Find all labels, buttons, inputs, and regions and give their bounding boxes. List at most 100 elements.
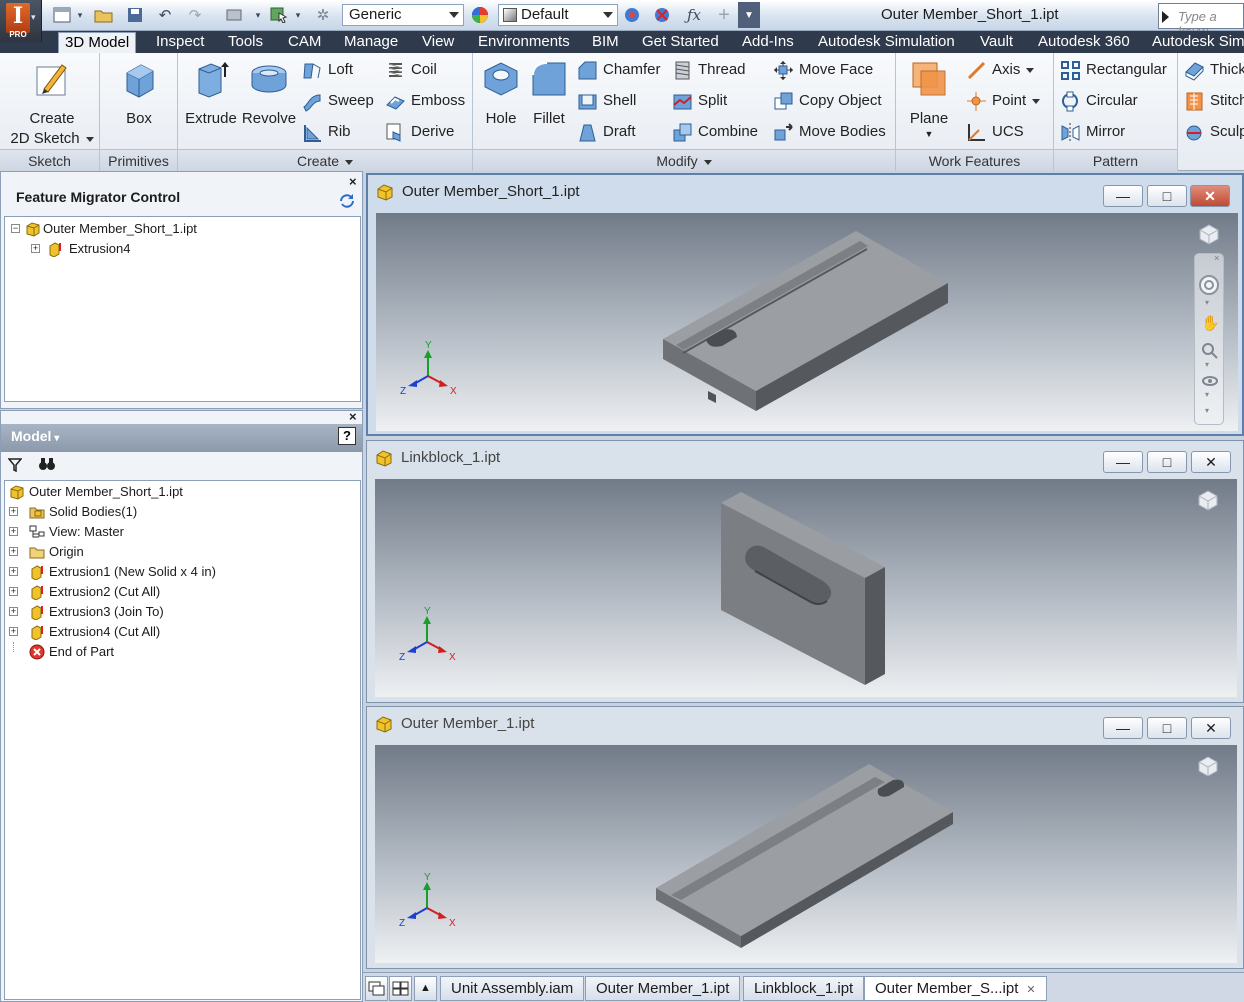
maximize-button[interactable]: □ (1147, 451, 1187, 473)
minimize-button[interactable]: — (1103, 185, 1143, 207)
application-menu-button[interactable]: I PRO ▾ (0, 0, 42, 42)
plane-button[interactable]: Plane ▼ (904, 59, 954, 139)
close-tab-icon[interactable]: ✕ (1026, 979, 1035, 1002)
tree-node-view-master[interactable]: + View: Master (9, 522, 124, 542)
tree-node-extrusion4[interactable]: + Extrusion4 (Cut All) (9, 622, 160, 642)
expand-icon[interactable]: + (9, 587, 18, 596)
stitch-button[interactable]: Stitch (1184, 89, 1244, 113)
expand-icon[interactable]: + (9, 527, 18, 536)
expand-icon[interactable]: + (9, 567, 18, 576)
maximize-button[interactable]: □ (1147, 717, 1187, 739)
draft-button[interactable]: Draft (577, 120, 636, 144)
tab-vault[interactable]: Vault (974, 32, 1019, 53)
maximize-button[interactable]: □ (1147, 185, 1187, 207)
refresh-icon[interactable] (338, 192, 356, 210)
move-face-button[interactable]: Move Face (773, 58, 873, 82)
tab-tools[interactable]: Tools (222, 32, 269, 53)
tree-node-extrusion2[interactable]: + Extrusion2 (Cut All) (9, 582, 160, 602)
tab-menu-icon[interactable]: ▲ (414, 976, 437, 1001)
select-dropdown-icon[interactable]: ▾ (292, 4, 304, 26)
tab-environments[interactable]: Environments (472, 32, 576, 53)
viewcube-icon[interactable] (1197, 489, 1219, 511)
tab-inspect[interactable]: Inspect (150, 32, 210, 53)
tile-windows-icon[interactable] (365, 976, 388, 1001)
derive-button[interactable]: Derive (385, 120, 454, 144)
material-dropdown[interactable]: Generic (342, 4, 464, 26)
graphics-canvas[interactable]: Y X Z × ▾ ✋ ▾ ▾ ▾ (376, 213, 1238, 431)
create-panel-label[interactable]: Create (178, 149, 472, 171)
close-icon[interactable]: × (349, 174, 357, 189)
viewport-outer-member[interactable]: Outer Member_1.ipt — □ ✕ Y X Z (366, 706, 1244, 969)
move-bodies-button[interactable]: Move Bodies (773, 120, 886, 144)
save-icon[interactable] (124, 4, 146, 26)
viewport-linkblock[interactable]: Linkblock_1.ipt — □ ✕ Y X Z (366, 440, 1244, 703)
doc-tab-outer-member[interactable]: Outer Member_1.ipt (585, 976, 741, 1001)
undo-icon[interactable]: ↶ (154, 4, 176, 26)
loft-button[interactable]: Loft (302, 58, 353, 82)
modify-panel-label[interactable]: Modify (473, 149, 895, 171)
update-icon[interactable]: ✲ (312, 4, 334, 26)
minimize-button[interactable]: — (1103, 717, 1143, 739)
steering-wheel-icon[interactable] (1198, 274, 1220, 296)
fillet-button[interactable]: Fillet (525, 59, 573, 129)
copy-object-button[interactable]: Copy Object (773, 89, 882, 113)
graphics-canvas[interactable]: Y X Z (375, 479, 1237, 697)
close-button[interactable]: ✕ (1190, 185, 1230, 207)
close-icon[interactable]: × (1214, 253, 1219, 263)
clear-appearance-icon[interactable] (650, 4, 676, 26)
minimize-button[interactable]: — (1103, 451, 1143, 473)
tree-node-part[interactable]: Outer Member_Short_1.ipt (7, 482, 183, 502)
expand-icon[interactable]: + (31, 244, 40, 253)
coil-button[interactable]: Coil (385, 58, 437, 82)
customize-qat-icon[interactable]: ▼ (738, 2, 760, 28)
redo-icon[interactable]: ↷ (184, 4, 206, 26)
tab-autodesk-simulation[interactable]: Autodesk Simulation (812, 32, 961, 53)
expand-icon[interactable]: + (9, 607, 18, 616)
circular-pattern-button[interactable]: Circular (1060, 89, 1138, 113)
tree-node-solid-bodies[interactable]: + Solid Bodies(1) (9, 502, 137, 522)
tab-cam[interactable]: CAM (282, 32, 327, 53)
hole-button[interactable]: Hole (477, 59, 525, 129)
tab-3d-model[interactable]: 3D Model (58, 32, 137, 53)
expand-icon[interactable]: + (9, 547, 18, 556)
doc-tab-linkblock[interactable]: Linkblock_1.ipt (743, 976, 865, 1001)
tree-node-end-of-part[interactable]: End of Part (9, 642, 114, 662)
emboss-button[interactable]: Emboss (385, 89, 465, 113)
expand-icon[interactable]: + (9, 507, 18, 516)
thread-button[interactable]: Thread (672, 58, 746, 82)
color-wheel-icon[interactable] (468, 4, 492, 26)
model-browser-header[interactable]: Model ▾ ? (1, 424, 362, 452)
orbit-icon[interactable] (1201, 372, 1219, 390)
close-button[interactable]: ✕ (1191, 451, 1231, 473)
tab-view[interactable]: View (416, 32, 460, 53)
tab-get-started[interactable]: Get Started (636, 32, 725, 53)
collapse-icon[interactable]: − (11, 224, 20, 233)
open-folder-icon[interactable] (92, 4, 116, 26)
appearance-dropdown[interactable]: Default (498, 4, 618, 26)
create-2d-sketch-button[interactable]: Create 2D Sketch (8, 59, 96, 149)
rib-button[interactable]: Rib (302, 120, 351, 144)
tab-manage[interactable]: Manage (338, 32, 404, 53)
pan-hand-icon[interactable]: ✋ (1201, 314, 1220, 332)
tree-node-extrusion3[interactable]: + Extrusion3 (Join To) (9, 602, 164, 622)
zoom-icon[interactable] (1201, 342, 1219, 360)
parameters-fx-icon[interactable]: ƒx (682, 4, 706, 26)
tab-autodesk-360[interactable]: Autodesk 360 (1032, 32, 1136, 53)
mirror-button[interactable]: Mirror (1060, 120, 1125, 144)
new-dropdown-icon[interactable]: ▾ (74, 4, 86, 26)
close-button[interactable]: ✕ (1191, 717, 1231, 739)
doc-tab-outer-member-short[interactable]: Outer Member_S...ipt ✕ (864, 976, 1047, 1001)
tab-autodesk-sim[interactable]: Autodesk Sim (1146, 32, 1244, 53)
find-binoculars-icon[interactable] (38, 457, 56, 471)
tree-node-origin[interactable]: + Origin (9, 542, 84, 562)
return-icon[interactable] (222, 4, 248, 26)
add-icon[interactable]: + (712, 4, 736, 26)
search-input[interactable]: Type a keyw (1158, 3, 1244, 39)
revolve-button[interactable]: Revolve (240, 59, 298, 129)
close-icon[interactable]: × (349, 409, 357, 424)
chevron-down-icon[interactable]: ▾ (1205, 360, 1209, 369)
extrude-button[interactable]: Extrude (182, 59, 240, 129)
tab-add-ins[interactable]: Add-Ins (736, 32, 800, 53)
combine-button[interactable]: Combine (672, 120, 758, 144)
tree-node-part[interactable]: − Outer Member_Short_1.ipt (11, 219, 197, 239)
